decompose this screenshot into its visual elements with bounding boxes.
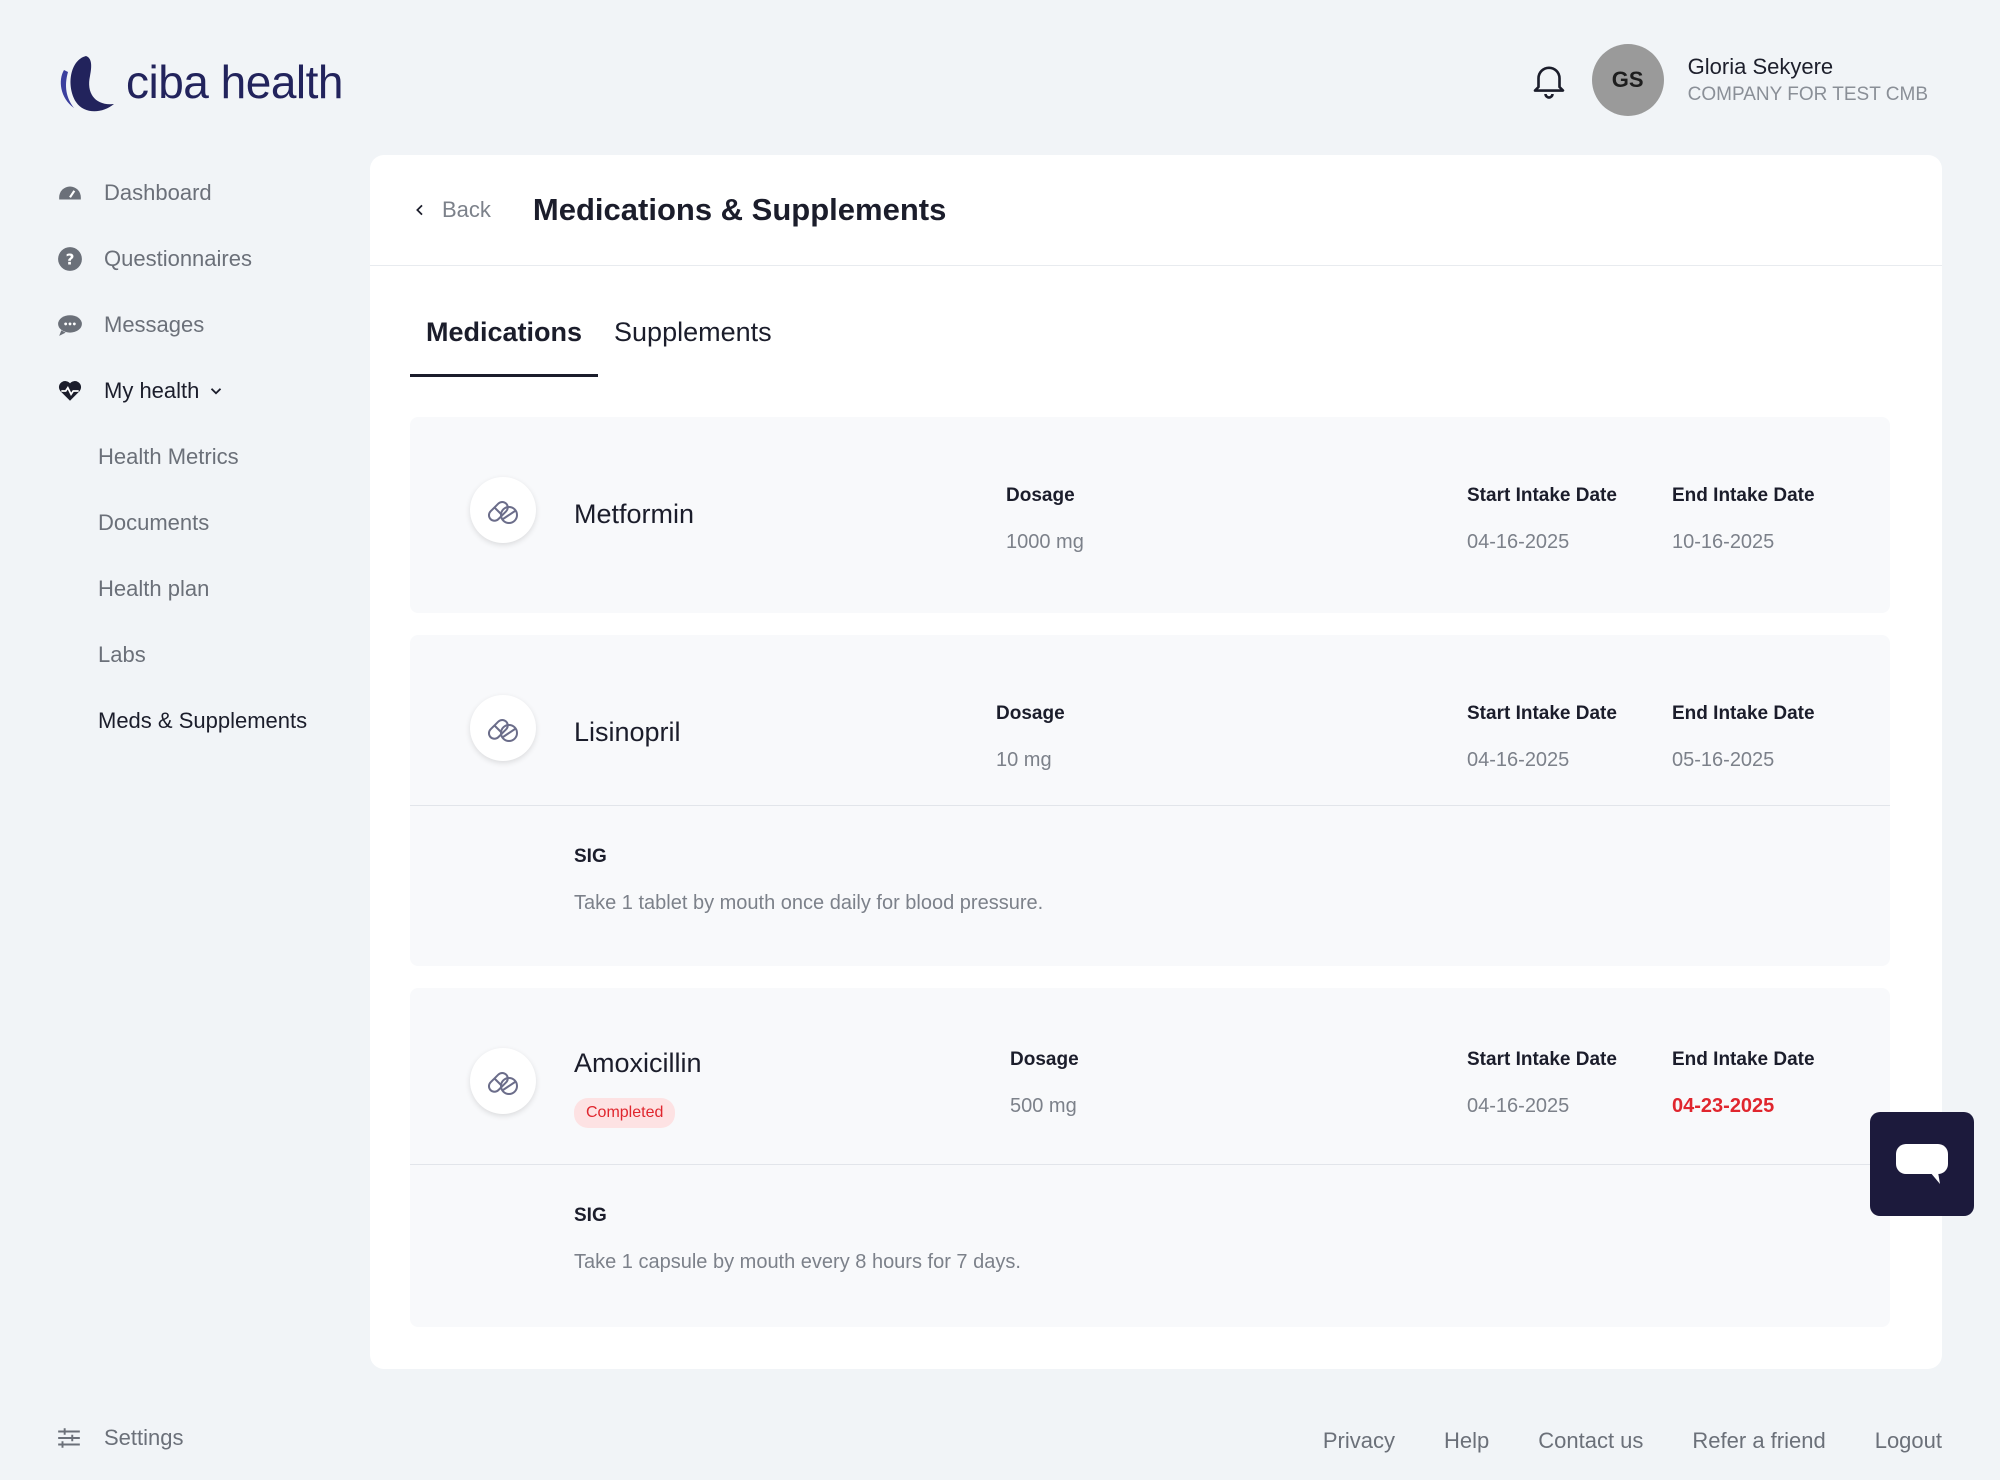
user-company: COMPANY FOR TEST CMB (1687, 84, 1928, 105)
sidebar-item-messages[interactable]: Messages (56, 292, 356, 358)
dosage-label: Dosage (996, 703, 1065, 724)
end-date-value: 04-23-2025 (1672, 1095, 1775, 1117)
dosage-label: Dosage (1010, 1049, 1079, 1070)
sidebar: Dashboard ? Questionnaires Messages My h… (56, 160, 356, 754)
start-date-value: 04-16-2025 (1467, 531, 1570, 553)
dosage-value: 500 mg (1010, 1095, 1077, 1117)
sidebar-item-my-health[interactable]: My health (56, 358, 356, 424)
footer-link-refer[interactable]: Refer a friend (1692, 1428, 1825, 1454)
sidebar-item-meds-supplements[interactable]: Meds & Supplements (56, 688, 356, 754)
main-card: Back Medications & Supplements Medicatio… (370, 155, 1942, 1369)
start-date-value: 04-16-2025 (1467, 1095, 1570, 1117)
start-date-label: Start Intake Date (1467, 485, 1617, 506)
tabs: Medications Supplements (410, 305, 788, 377)
chevron-down-icon (211, 388, 222, 395)
pill-icon (470, 477, 536, 543)
svg-text:?: ? (66, 250, 75, 268)
dashboard-icon (56, 179, 84, 207)
dosage-label: Dosage (1006, 485, 1075, 506)
medication-name: Amoxicillin (574, 1048, 702, 1078)
butterfly-logo-icon (60, 56, 114, 112)
sig-section: SIG Take 1 tablet by mouth once daily fo… (410, 805, 1890, 966)
sidebar-item-questionnaires[interactable]: ? Questionnaires (56, 226, 356, 292)
sidebar-item-labs[interactable]: Labs (56, 622, 356, 688)
medication-card: Metformin Dosage 1000 mg Start Intake Da… (410, 417, 1890, 613)
tab-supplements[interactable]: Supplements (598, 305, 788, 377)
dosage-value: 10 mg (996, 749, 1052, 771)
end-date-value: 10-16-2025 (1672, 531, 1775, 553)
medication-card: Lisinopril Dosage 10 mg Start Intake Dat… (410, 635, 1890, 966)
pill-icon (470, 1048, 536, 1114)
sidebar-item-documents[interactable]: Documents (56, 490, 356, 556)
avatar[interactable]: GS (1591, 44, 1664, 116)
card-header: Back Medications & Supplements (370, 155, 1942, 266)
chat-bubble-icon (1896, 1144, 1948, 1184)
sidebar-item-label: Questionnaires (104, 246, 252, 271)
medication-name: Metformin (574, 499, 695, 529)
sidebar-item-label: Messages (104, 312, 205, 337)
user-info: Gloria Sekyere COMPANY FOR TEST CMB (1688, 54, 1928, 106)
tab-medications[interactable]: Medications (410, 305, 599, 377)
brand-logo[interactable]: ciba health (56, 50, 344, 114)
sig-text: Take 1 tablet by mouth once daily for bl… (574, 892, 1044, 914)
settings-label: Settings (104, 1425, 184, 1450)
brand-name: ciba health (126, 56, 344, 108)
sidebar-item-label: Dashboard (104, 180, 212, 205)
start-date-label: Start Intake Date (1467, 703, 1617, 724)
end-date-label: End Intake Date (1672, 485, 1815, 506)
chat-icon (56, 311, 84, 339)
chat-widget-button[interactable] (1870, 1112, 1974, 1216)
footer-link-contact[interactable]: Contact us (1538, 1428, 1643, 1454)
sidebar-item-health-plan[interactable]: Health plan (56, 556, 356, 622)
end-date-value: 05-16-2025 (1672, 749, 1775, 771)
sidebar-item-dashboard[interactable]: Dashboard (56, 160, 356, 226)
bell-icon[interactable] (1528, 59, 1570, 101)
status-badge: Completed (574, 1098, 676, 1128)
footer-link-privacy[interactable]: Privacy (1323, 1428, 1395, 1454)
sidebar-item-health-metrics[interactable]: Health Metrics (56, 424, 356, 490)
back-label: Back (442, 197, 491, 222)
page-title: Medications & Supplements (532, 192, 947, 227)
end-date-label: End Intake Date (1672, 703, 1815, 724)
back-button[interactable]: Back (412, 197, 491, 223)
end-date-label: End Intake Date (1672, 1049, 1815, 1070)
sig-label: SIG (574, 846, 607, 867)
dosage-value: 1000 mg (1006, 531, 1084, 553)
sig-text: Take 1 capsule by mouth every 8 hours fo… (574, 1251, 1021, 1273)
heart-pulse-icon (56, 377, 84, 405)
sliders-icon (58, 1428, 80, 1448)
footer-links: Privacy Help Contact us Refer a friend L… (1274, 1428, 1942, 1454)
medication-name: Lisinopril (574, 717, 681, 747)
medication-card: Amoxicillin Completed Dosage 500 mg Star… (410, 988, 1890, 1327)
sig-section: SIG Take 1 capsule by mouth every 8 hour… (410, 1164, 1890, 1327)
start-date-label: Start Intake Date (1467, 1049, 1617, 1070)
chevron-left-icon (416, 204, 423, 216)
settings-link[interactable]: Settings (56, 1425, 184, 1451)
pill-icon (470, 695, 536, 761)
footer-link-logout[interactable]: Logout (1875, 1428, 1942, 1454)
footer-link-help[interactable]: Help (1444, 1428, 1489, 1454)
sidebar-item-label: My health (104, 378, 200, 403)
start-date-value: 04-16-2025 (1467, 749, 1570, 771)
user-header: GS Gloria Sekyere COMPANY FOR TEST CMB (1528, 44, 1928, 116)
sig-label: SIG (574, 1205, 607, 1226)
question-icon: ? (56, 245, 84, 273)
user-name: Gloria Sekyere (1687, 54, 1834, 79)
